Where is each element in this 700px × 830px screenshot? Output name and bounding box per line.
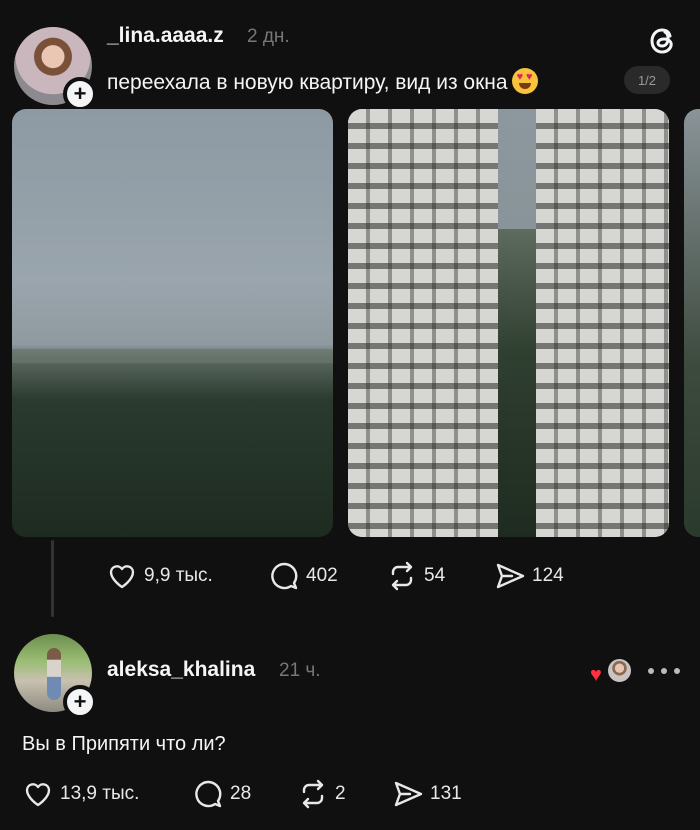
repost-icon — [391, 561, 413, 591]
repost-icon — [302, 779, 324, 809]
thread-line — [51, 540, 54, 617]
post-username[interactable]: _lina.aaaa.z — [107, 24, 224, 48]
liked-by-author-indicator: ♥ — [590, 657, 634, 687]
reply-button[interactable]: 402 — [268, 560, 386, 592]
reply-timestamp: 21 ч. — [279, 660, 321, 681]
heart-icon — [109, 565, 135, 589]
like-button[interactable]: 9,9 тыс. — [106, 560, 268, 592]
post-image-forest[interactable] — [12, 109, 333, 537]
reply-share-count: 131 — [430, 783, 462, 804]
share-icon — [394, 781, 423, 807]
reply-repost-button[interactable]: 2 — [297, 778, 392, 810]
post-timestamp: 2 дн. — [247, 26, 290, 47]
repost-count: 54 — [424, 565, 446, 586]
heart-eyes-emoji-icon — [511, 68, 538, 94]
reply-count: 402 — [306, 565, 338, 586]
reply-text: Вы в Припяти что ли? — [22, 733, 226, 755]
building-right — [536, 109, 669, 537]
author-mini-avatar — [606, 657, 633, 684]
post-image-next[interactable] — [684, 109, 700, 537]
more-icon[interactable] — [648, 664, 680, 678]
reply-reply-count: 28 — [230, 783, 252, 804]
comment-icon — [195, 780, 222, 808]
post-actions: 9,9 тыс. 402 54 124 — [106, 560, 564, 592]
red-heart-icon: ♥ — [590, 664, 602, 686]
reply-username[interactable]: aleksa_khalina — [107, 658, 255, 682]
post-text: переехала в новую квартиру, вид из окна — [107, 68, 538, 95]
reply-repost-count: 2 — [335, 783, 346, 804]
post-caption: переехала в новую квартиру, вид из окна — [107, 71, 508, 94]
page-indicator: 1/2 — [624, 66, 670, 94]
post: + _lina.aaaa.z 2 дн. переехала в новую к… — [0, 0, 700, 617]
follow-plus-icon[interactable]: + — [63, 77, 97, 111]
reply-like-count: 13,9 тыс. — [60, 783, 140, 804]
reply-share-button[interactable]: 131 — [392, 778, 462, 810]
comment-icon — [271, 562, 298, 590]
trees-gap — [498, 229, 536, 537]
share-button[interactable]: 124 — [494, 560, 564, 592]
threads-logo-icon[interactable] — [648, 24, 678, 58]
repost-button[interactable]: 54 — [386, 560, 494, 592]
reply-follow-plus-icon[interactable]: + — [63, 685, 97, 719]
reply-reply-button[interactable]: 28 — [192, 778, 297, 810]
like-count: 9,9 тыс. — [144, 565, 213, 586]
building-left — [348, 109, 498, 537]
post-image-buildings[interactable] — [348, 109, 669, 537]
reply-actions: 13,9 тыс. 28 2 131 — [22, 778, 462, 810]
reply-like-button[interactable]: 13,9 тыс. — [22, 778, 192, 810]
share-icon — [496, 563, 525, 589]
heart-icon — [25, 783, 51, 807]
share-count: 124 — [532, 565, 564, 586]
